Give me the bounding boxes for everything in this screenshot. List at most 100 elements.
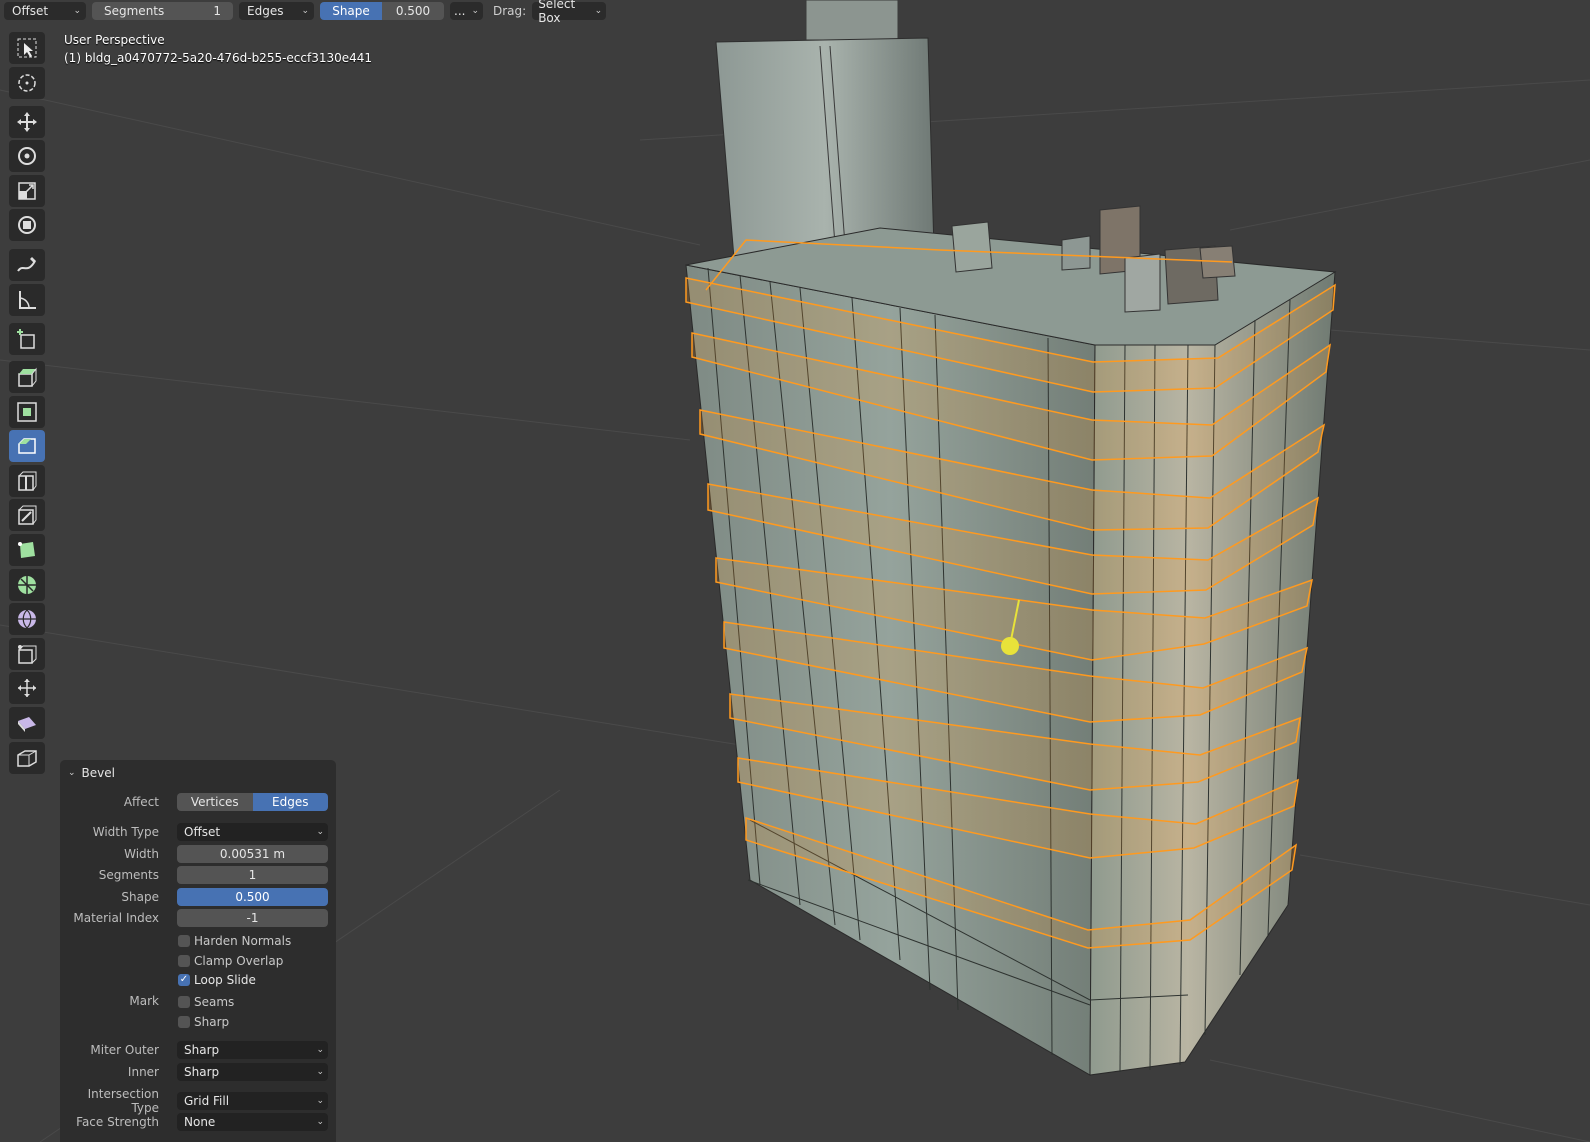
chevron-down-icon: ⌄ [316, 827, 324, 837]
shrink-fatten-tool[interactable] [9, 672, 45, 704]
panel-header[interactable]: ⌄ Bevel [60, 760, 336, 786]
chevron-down-icon: ⌄ [301, 6, 309, 16]
affect-dropdown[interactable]: Edges ⌄ [239, 2, 314, 20]
shape-label: Shape [320, 2, 382, 20]
bevel-icon [18, 438, 36, 454]
rotate-tool[interactable] [9, 140, 45, 172]
miter-outer-label: Miter Outer [90, 1043, 159, 1057]
rip-region-tool[interactable] [9, 742, 45, 774]
chevron-down-icon: ⌄ [68, 768, 76, 778]
spin-tool[interactable] [9, 569, 45, 601]
select-box-tool[interactable] [9, 32, 45, 64]
rotate-icon [18, 147, 36, 165]
shape-field[interactable]: Shape 0.500 [320, 2, 444, 20]
intersection-type-row: Intersection Type Grid Fill ⌄ [60, 1087, 336, 1115]
transform-icon [18, 216, 36, 234]
transform-tool[interactable] [9, 209, 45, 241]
shear-icon [18, 717, 36, 732]
inset-icon [17, 402, 37, 422]
mark-label: Mark [129, 994, 159, 1008]
smooth-tool[interactable] [9, 603, 45, 635]
harden-normals-label: Harden Normals [194, 934, 292, 948]
miter-outer-dropdown[interactable]: Sharp ⌄ [177, 1041, 328, 1059]
shrink-fatten-icon [18, 679, 36, 697]
harden-normals-checkbox[interactable]: Harden Normals [178, 934, 291, 948]
width-row: Width 0.00531 m [60, 844, 336, 864]
loop-cut-icon [18, 471, 37, 491]
chevron-down-icon: ⌄ [316, 1096, 324, 1106]
measure-tool[interactable] [9, 284, 45, 316]
face-strength-row: Face Strength None ⌄ [60, 1112, 336, 1132]
poly-build-tool[interactable] [9, 534, 45, 566]
segments-label: Segments [104, 4, 165, 18]
mark-sharp-checkbox[interactable]: Sharp [178, 1015, 229, 1029]
loop-cut-tool[interactable] [9, 465, 45, 497]
miter-outer-row: Miter Outer Sharp ⌄ [60, 1040, 336, 1060]
bevel-tool[interactable] [9, 430, 45, 462]
width-type-row: Width Type Offset ⌄ [60, 822, 336, 842]
add-cube-tool[interactable] [9, 323, 45, 355]
seams-label: Seams [194, 995, 235, 1009]
inset-faces-tool[interactable] [9, 396, 45, 428]
segments-field[interactable]: 1 [177, 866, 328, 884]
inner-label: Inner [127, 1065, 159, 1079]
inner-value: Sharp [184, 1065, 220, 1079]
chevron-down-icon: ⌄ [316, 1117, 324, 1127]
checkbox-unchecked-icon [178, 1016, 190, 1028]
width-type-dropdown[interactable]: Offset ⌄ [177, 823, 328, 841]
affect-vertices-button[interactable]: Vertices [177, 793, 253, 811]
material-index-field[interactable]: -1 [177, 909, 328, 927]
affect-label: Affect [123, 795, 159, 809]
intersection-type-label: Intersection Type [87, 1087, 159, 1115]
measure-ruler-icon [19, 291, 36, 309]
annotate-tool[interactable] [9, 249, 45, 281]
spin-icon [18, 576, 36, 594]
roof-tower [715, 37, 935, 259]
bevel-mode-value: Offset [12, 4, 49, 18]
width-field[interactable]: 0.00531 m [177, 845, 328, 863]
shear-tool[interactable] [9, 707, 45, 739]
bevel-mode-dropdown[interactable]: Offset ⌄ [4, 2, 86, 20]
extrude-region-tool[interactable] [9, 361, 45, 393]
move-tool[interactable] [9, 106, 45, 138]
add-cube-icon [17, 329, 35, 349]
smooth-sphere-icon [18, 609, 36, 629]
active-object-name: (1) bldg_a0470772-5a20-476d-b255-eccf313… [64, 51, 373, 65]
shape-slider[interactable]: 0.500 [177, 888, 328, 906]
3d-cursor-icon [18, 74, 36, 92]
knife-tool[interactable] [9, 499, 45, 531]
material-index-row: Material Index -1 [60, 908, 336, 928]
mark-seams-checkbox[interactable]: Seams [178, 995, 234, 1009]
checkbox-unchecked-icon [178, 935, 190, 947]
drag-label: Drag: [493, 4, 527, 18]
segments-row: Segments 1 [60, 865, 336, 885]
width-type-label: Width Type [92, 825, 159, 839]
cursor-tool[interactable] [9, 67, 45, 99]
more-options-dropdown[interactable]: ... ⌄ [450, 2, 483, 20]
face-strength-dropdown[interactable]: None ⌄ [177, 1113, 328, 1131]
loop-slide-checkbox[interactable]: Loop Slide [178, 973, 256, 987]
width-type-value: Offset [184, 825, 221, 839]
edge-slide-tool[interactable] [9, 638, 45, 670]
chevron-down-icon: ⌄ [316, 1045, 324, 1055]
tool-header: Offset ⌄ Segments 1 Edges ⌄ Shape 0.500 ... ⌄… [0, 0, 1590, 25]
drag-dropdown[interactable]: Select Box ⌄ [532, 0, 607, 25]
scale-tool[interactable] [9, 175, 45, 207]
select-cursor-icon [17, 38, 37, 58]
view-name: User Perspective [64, 33, 165, 47]
shape-label: Shape [121, 890, 159, 904]
drag-value: Select Box [538, 0, 576, 25]
chevron-down-icon: ⌄ [594, 6, 603, 16]
miter-inner-row: Inner Sharp ⌄ [60, 1062, 336, 1082]
checkbox-checked-icon [178, 974, 190, 986]
affect-value: Edges [247, 4, 284, 18]
affect-edges-button[interactable]: Edges [252, 793, 328, 811]
checkbox-unchecked-icon [178, 955, 190, 967]
clamp-overlap-checkbox[interactable]: Clamp Overlap [178, 954, 283, 968]
material-index-label: Material Index [73, 911, 159, 925]
extrude-icon [18, 367, 37, 387]
segments-field[interactable]: Segments 1 [92, 2, 233, 20]
sharp-label: Sharp [194, 1015, 230, 1029]
miter-inner-dropdown[interactable]: Sharp ⌄ [177, 1063, 328, 1081]
intersection-type-dropdown[interactable]: Grid Fill ⌄ [177, 1092, 328, 1110]
